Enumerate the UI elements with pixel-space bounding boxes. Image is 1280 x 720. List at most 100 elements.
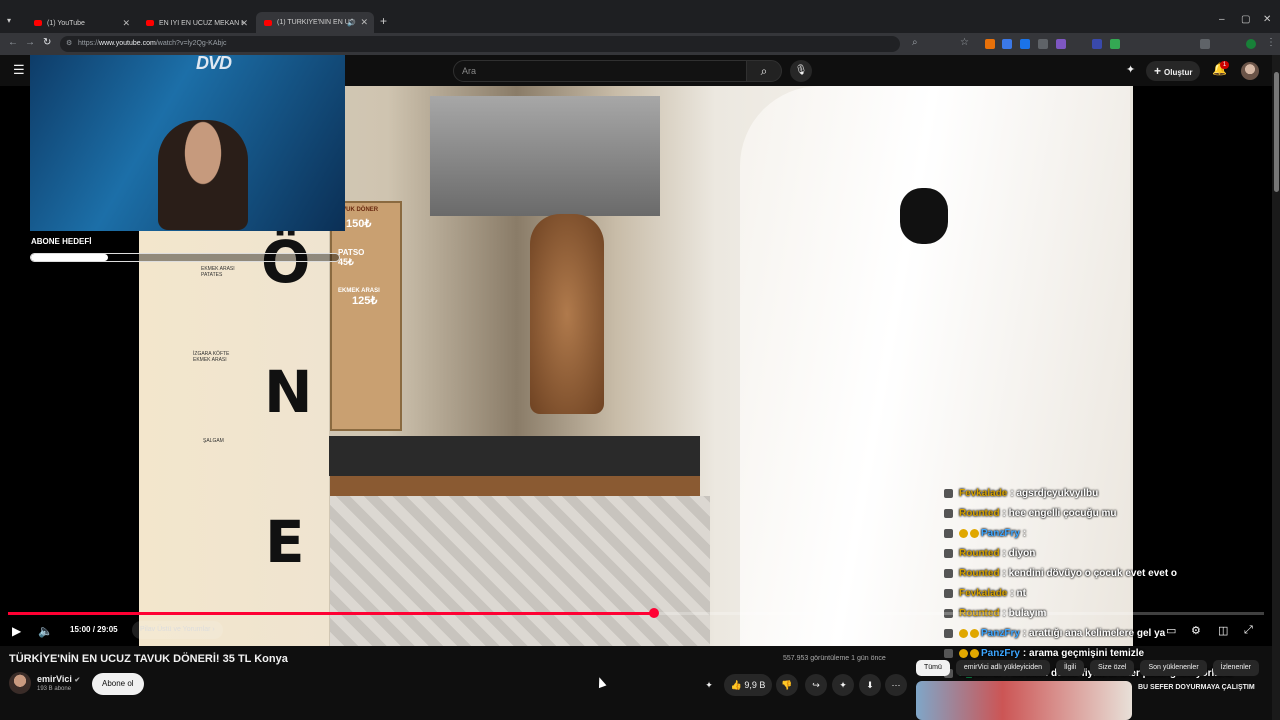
channel-name[interactable]: emirVici ✔ [37,674,80,684]
extensions-puzzle-icon[interactable] [1200,39,1210,49]
extension-icon[interactable] [1020,39,1030,49]
subtitles-icon[interactable]: ▭ [1166,624,1176,637]
more-actions-button[interactable]: ⋯ [885,674,907,696]
speaker-icon[interactable]: 🔊 [347,19,356,27]
new-tab-button[interactable]: + [380,14,387,28]
recommendation-thumbnail[interactable] [916,681,1132,720]
browser-tab-youtube[interactable]: (1) YouTube ✕ [26,13,136,33]
browser-tab-active[interactable]: (1) TÜRKİYE'NİN EN UCUZ 🔊 ✕ [256,12,374,33]
video-title: TÜRKİYE'NİN EN UCUZ TAVUK DÖNERİ! 35 TL … [9,653,288,665]
dvd-video-logo: DVD [196,53,232,73]
reload-icon[interactable]: ↻ [43,37,51,48]
chat-badge-icon [944,508,953,518]
notification-count-badge: 1 [1220,61,1229,69]
recommendation-title[interactable]: BU SEFER DOYURMAYA ÇALIŞTIM [1138,684,1255,691]
chat-username: PanzFry [981,527,1020,539]
zoom-icon[interactable]: ⌕ [912,37,918,48]
extension-icon[interactable] [1056,39,1066,49]
tab-search-icon[interactable]: ▾ [7,16,11,25]
premium-sparkle-icon[interactable]: ✦ [701,674,717,696]
download-icon: ⬇ [866,680,874,690]
extension-icon[interactable] [1002,39,1012,49]
chat-message: PanzFry: [944,523,1274,543]
chat-badge-icon [944,628,953,638]
back-icon[interactable]: ← [8,37,18,48]
chat-badge-icon [970,628,979,638]
minimize-button[interactable]: – [1219,14,1225,25]
extension-icon[interactable] [1092,39,1102,49]
seek-bar-played [8,612,654,615]
chat-badge-icon [944,488,953,498]
fullscreen-icon[interactable]: ⤢ [1244,624,1253,637]
chat-text: : hee engelli çocuğu mu [1002,507,1117,519]
share-button[interactable]: ↪ [805,674,827,696]
address-toolbar: ← → ↻ ⚙ https://www.youtube.com/watch?v=… [0,33,1280,55]
play-icon[interactable]: ▶ [12,624,21,638]
like-button[interactable]: 👍 9,9 B [724,674,772,696]
filter-chip[interactable]: Tümü [916,660,950,676]
create-button[interactable]: + Oluştur [1146,61,1201,81]
close-tab-icon[interactable]: ✕ [122,18,130,29]
menu-price: 45₺ [338,257,354,267]
current-time: 15:00 [70,625,91,634]
browser-tab-mekan[interactable]: EN İYİ EN UCUZ MEKAN HANGİ ✕ [138,13,254,33]
tab-title: (1) TÜRKİYE'NİN EN UCUZ [277,19,353,26]
extension-icon[interactable] [1110,39,1120,49]
url-field[interactable]: ⚙ https://www.youtube.com/watch?v=ly2Qg-… [60,36,900,52]
save-button[interactable]: ⬇ [859,674,881,696]
maximize-button[interactable]: ▢ [1241,14,1250,25]
settings-gear-icon[interactable]: ⚙ [1191,624,1201,637]
filter-chip[interactable]: İzlenenler [1212,660,1260,676]
filter-chip[interactable]: Size özel [1090,660,1135,676]
chat-text: : kendini dövüyo o çocuk evet evet o [1002,567,1178,579]
volume-icon[interactable]: 🔈 [38,624,53,638]
subscriber-goal-label: ABONE HEDEFİ [31,237,92,246]
subscribe-button[interactable]: Abone ol [92,673,144,695]
seek-bar[interactable] [8,612,1264,615]
streamer-face [158,120,248,230]
close-tab-icon[interactable]: ✕ [360,17,368,28]
seek-handle[interactable] [648,608,659,618]
profile-avatar-icon[interactable] [1246,39,1256,49]
dislike-button[interactable]: 👎 [776,674,798,696]
extension-icon[interactable] [1038,39,1048,49]
site-info-icon[interactable]: ⚙ [66,36,72,52]
extension-icon[interactable] [985,39,995,49]
channel-avatar[interactable] [9,672,31,694]
tab-title: EN İYİ EN UCUZ MEKAN HANGİ [159,19,245,27]
chevron-right-icon: › [212,626,215,633]
close-tab-icon[interactable]: ✕ [240,18,248,29]
hamburger-menu-icon[interactable]: ☰ [13,62,25,78]
close-window-button[interactable]: ✕ [1263,14,1271,25]
search-button[interactable]: ⌕ [746,60,782,82]
video-doner-spit [530,214,604,414]
voice-search-button[interactable]: 🎙 [790,60,812,82]
filter-chip[interactable]: Son yüklenenler [1140,660,1207,676]
filter-chip[interactable]: İlgili [1055,660,1085,676]
chapter-title: Pilav Üstü ve Yorumlar [140,626,211,633]
scrollbar-thumb[interactable] [1274,72,1279,192]
browser-tab-bar: ▾ (1) YouTube ✕ EN İYİ EN UCUZ MEKAN HAN… [0,0,1280,33]
video-tiles [330,496,710,646]
chat-badge-icon [959,628,968,638]
chat-text: : arattığı ana kelimelere gel ya [1022,627,1166,639]
menu-text: İZGARA KÖFTE EKMEK ARASI [193,351,230,363]
search-icon: ⌕ [760,64,768,78]
premium-icon[interactable]: ✦ [1126,63,1135,76]
account-avatar[interactable] [1241,62,1259,80]
duration: 29:05 [97,625,118,634]
chat-username: Rounted [959,567,1000,579]
video-lapel-mic [900,188,948,244]
thumbs-up-icon: 👍 [730,680,742,690]
chapter-button[interactable]: Pilav Üstü ve Yorumlar › [132,621,223,639]
bookmark-star-icon[interactable]: ☆ [960,37,969,48]
channel-name-text: emirVici [37,674,72,684]
forward-icon[interactable]: → [25,37,35,48]
url-host: www.youtube.com [99,40,156,47]
ask-button[interactable]: ✦ [832,674,854,696]
browser-menu-icon[interactable]: ⋮ [1266,37,1276,48]
search-input[interactable]: Ara [453,60,747,82]
filter-chip[interactable]: emirVici adlı yükleyiciden [955,660,1050,676]
miniplayer-icon[interactable]: ◫ [1218,624,1228,637]
video-hood [430,96,660,216]
